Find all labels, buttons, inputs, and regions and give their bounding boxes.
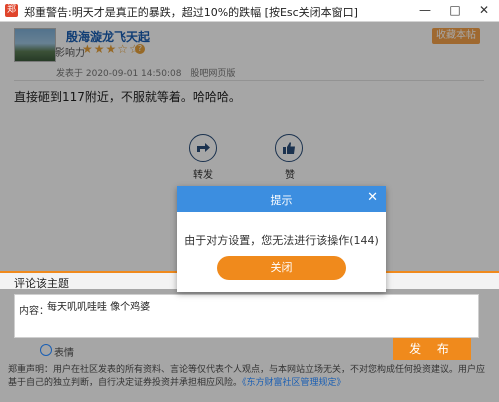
comment-input[interactable]: 内容： 每天叽叽哇哇 像个鸡婆 xyxy=(14,294,479,338)
window: 郑 郑重警告:明天才是真正的暴跌，超过10%的跌幅 [按Esc关闭本窗口] — … xyxy=(0,0,499,402)
alert-dialog: 提示 ✕ 由于对方设置，您无法进行该操作(144) 关闭 xyxy=(177,186,386,292)
disclaimer: 郑重声明：用户在社区发表的所有资料、言论等仅代表个人观点，与本网站立场无关，不对… xyxy=(8,364,493,390)
rules-link[interactable]: 《东方财富社区管理规定》 xyxy=(242,378,346,388)
comment-prefix: 内容： xyxy=(19,306,49,317)
window-title: 郑重警告:明天才是真正的暴跌，超过10%的跌幅 [按Esc关闭本窗口] xyxy=(24,6,358,19)
dialog-message: 由于对方设置，您无法进行该操作(144) xyxy=(184,234,379,247)
dialog-close-button[interactable]: 关闭 xyxy=(217,256,346,280)
dialog-close-icon[interactable]: ✕ xyxy=(367,190,378,205)
dialog-title: 提示 xyxy=(270,194,293,207)
app-logo-icon: 郑 xyxy=(5,4,18,17)
title-bar: 郑 郑重警告:明天才是真正的暴跌，超过10%的跌幅 [按Esc关闭本窗口] — … xyxy=(0,0,499,22)
comment-heading: 评论该主题 xyxy=(14,277,69,290)
maximize-button[interactable]: □ xyxy=(440,0,470,21)
close-button[interactable]: ✕ xyxy=(469,0,499,21)
minimize-button[interactable]: — xyxy=(410,0,440,21)
comment-text[interactable]: 每天叽叽哇哇 像个鸡婆 xyxy=(47,298,150,313)
publish-button[interactable]: 发 布 xyxy=(393,338,471,360)
dialog-header: 提示 ✕ xyxy=(177,186,386,212)
emoji-icon[interactable] xyxy=(40,344,52,356)
emoji-label[interactable]: 表情 xyxy=(54,344,74,359)
